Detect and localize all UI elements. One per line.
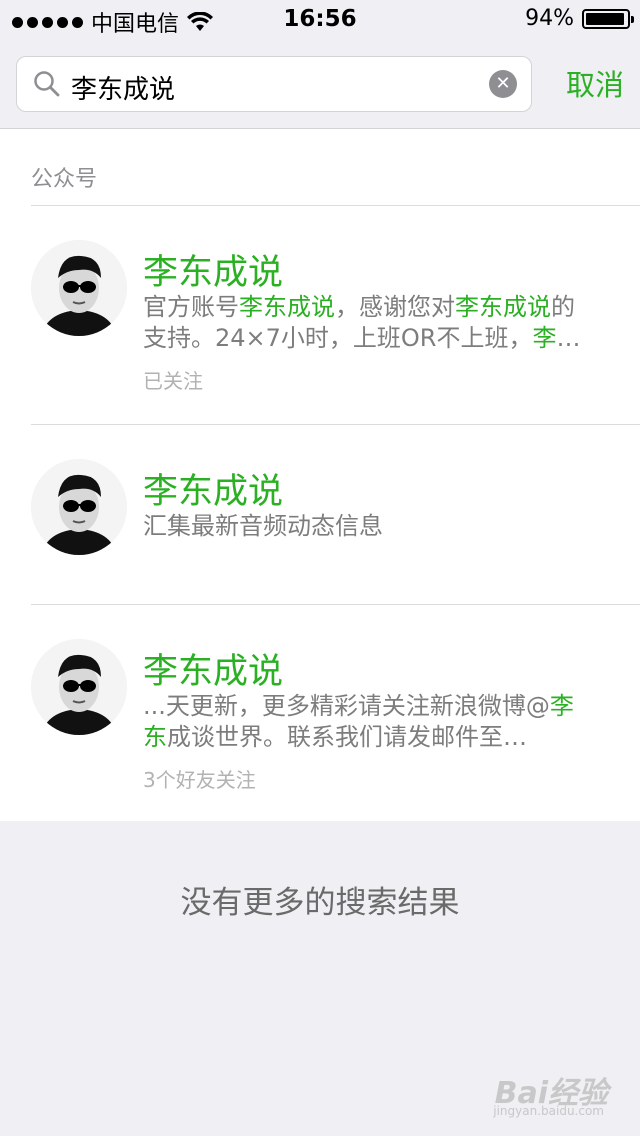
list-item[interactable]: 李东成说 官方账号李东成说，感谢您对李东成说的 支持。24×7小时，上班OR不上… [0,206,640,424]
list-item[interactable]: 李东成说 ...天更新，更多精彩请关注新浪微博@李 东成谈世界。联系我们请发邮件… [0,605,640,821]
battery-percent: 94% [525,6,574,31]
section-title: 公众号 [31,167,98,192]
account-name: 李东成说 [143,253,284,293]
search-query[interactable]: 李东成说 [71,69,175,106]
account-description: 官方账号李东成说，感谢您对李东成说的 支持。24×7小时，上班OR不上班，李… [143,293,581,352]
watermark-url: jingyan.baidu.com [493,1104,604,1118]
search-bar: 李东成说 ✕ 取消 [0,40,640,129]
account-description: 汇集最新音频动态信息 [143,512,383,540]
search-results: 公众号 李东成说 官方账号李东成说，感谢您对李东成说的 支持。24×7小时，上班… [0,129,640,821]
no-more-results-label: 没有更多的搜索结果 [180,885,460,921]
clear-icon[interactable]: ✕ [489,70,517,98]
cancel-button[interactable]: 取消 [566,62,624,104]
account-name: 李东成说 [143,472,284,512]
search-icon [34,71,60,97]
status-right: 94% [525,6,634,31]
avatar [31,240,127,336]
search-input[interactable]: 李东成说 ✕ [16,56,532,112]
battery-icon [582,8,634,29]
list-item[interactable]: 李东成说 汇集最新音频动态信息 [0,425,640,605]
friends-following: 3个好友关注 [143,768,256,792]
account-description: ...天更新，更多精彩请关注新浪微博@李 东成谈世界。联系我们请发邮件至… [143,692,574,751]
account-name: 李东成说 [143,652,284,692]
avatar [31,459,127,555]
follow-status: 已关注 [143,369,203,393]
avatar [31,639,127,735]
status-bar: 中国电信 16:56 94% [0,0,640,40]
